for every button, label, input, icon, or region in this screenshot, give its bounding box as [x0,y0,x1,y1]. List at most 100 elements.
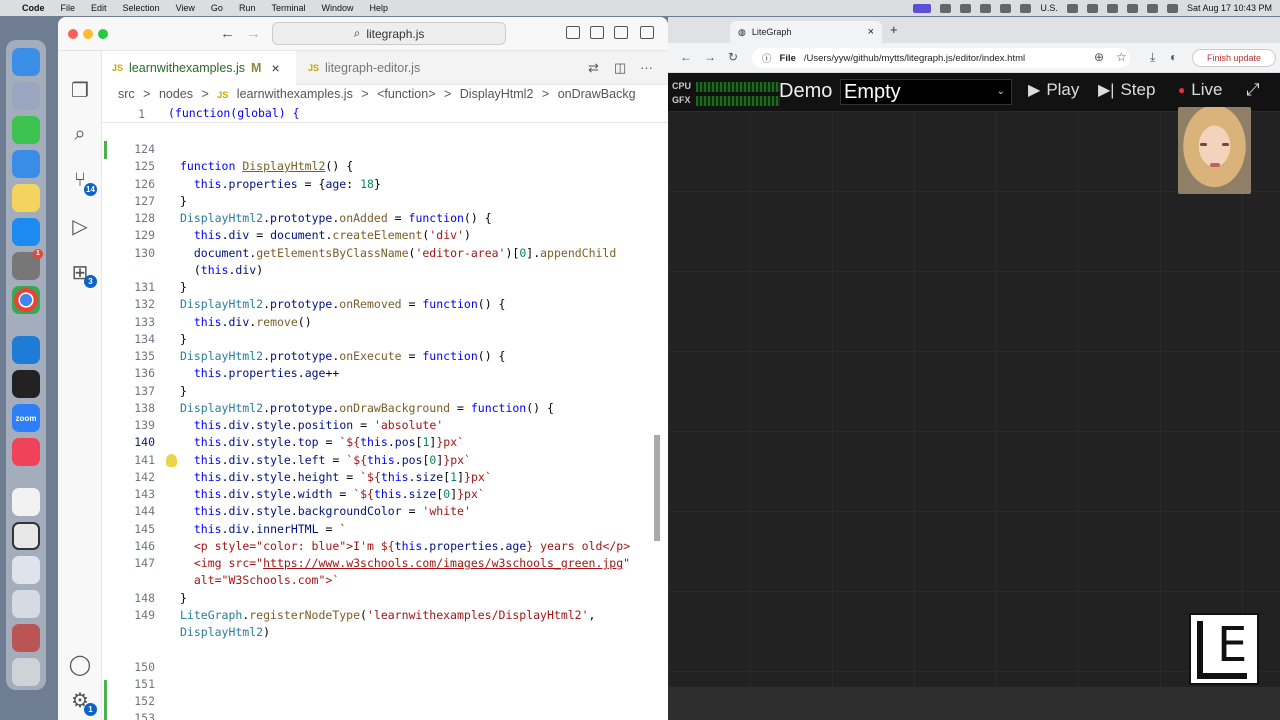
bluetooth-icon[interactable] [1000,3,1012,13]
code-line[interactable]: } [180,590,187,607]
terminal-icon[interactable] [12,370,40,398]
menu-edit[interactable]: Edit [91,3,107,13]
code-editor[interactable]: 124 125 function DisplayHtml2() {126 this.… [102,141,668,720]
command-center-search[interactable]: ⌕ litegraph.js [272,22,506,45]
address-bar[interactable]: ⓘ File /Users/yyw/github/mytts/litegraph… [752,48,1130,68]
breadcrumb-method[interactable]: onDrawBackg [558,87,636,101]
code-line[interactable]: this.properties = {age: 18} [180,176,381,193]
sticky-scroll-line[interactable]: 1 (function(global) { [102,105,668,123]
menu-clock[interactable]: Sat Aug 17 10:43 PM [1187,3,1272,13]
photo-icon[interactable] [12,624,40,652]
close-tab-icon[interactable]: × [271,60,279,76]
fullscreen-icon[interactable]: ⤢ [1246,80,1260,100]
search-icon[interactable] [1126,3,1138,13]
finder-icon[interactable] [12,48,40,76]
menu-help[interactable]: Help [369,3,388,13]
search-view-icon[interactable]: ⌕ [67,121,93,147]
wifi-icon[interactable] [1106,3,1118,13]
zoom-window-button[interactable] [98,29,108,39]
breadcrumb-function[interactable]: <function> [377,87,435,101]
back-arrow-icon[interactable]: ← [220,25,235,42]
reload-icon[interactable]: ↻ [728,50,738,64]
code-line[interactable]: (this.div) [180,262,263,279]
play-circle-icon[interactable] [980,3,992,13]
mail-icon[interactable] [12,150,40,178]
zoom-icon[interactable]: ⊕ [1094,50,1104,64]
code-line[interactable]: DisplayHtml2.prototype.onAdded = functio… [180,210,492,227]
vscode-icon[interactable] [12,336,40,364]
code-line[interactable]: LiteGraph.registerNodeType('learnwithexa… [180,607,595,624]
code-line[interactable]: function DisplayHtml2() { [180,158,353,175]
breadcrumb-src[interactable]: src [118,87,135,101]
code-line[interactable]: this.div.style.width = `${this.size[0]}p… [180,486,485,503]
manage-gear-icon[interactable]: ⚙ 1 [67,687,97,716]
music-icon[interactable] [12,438,40,466]
code-line[interactable]: DisplayHtml2.prototype.onRemoved = funct… [180,296,505,313]
menu-terminal[interactable]: Terminal [271,3,305,13]
split-editor-icon[interactable]: ◫ [614,60,626,76]
code-line[interactable]: DisplayHtml2) [180,624,270,641]
source-control-icon[interactable]: ⑂ 14 [67,167,97,196]
menu-file[interactable]: File [61,3,76,13]
input-source-label[interactable]: U.S. [1040,3,1058,13]
live-button[interactable]: ● Live [1178,80,1222,100]
close-tab-icon[interactable]: × [868,26,874,38]
chrome-icon[interactable] [12,286,40,314]
litegraph-canvas[interactable] [668,111,1280,687]
close-window-button[interactable] [68,29,78,39]
code-line[interactable]: DisplayHtml2.prototype.onExecute = funct… [180,348,505,365]
finish-update-button[interactable]: Finish update [1192,49,1276,67]
code-line[interactable]: this.div.innerHTML = ` [180,521,346,538]
code-line[interactable]: this.div = document.createElement('div') [180,227,471,244]
new-tab-icon[interactable]: + [890,22,898,37]
control-center-icon[interactable] [1146,3,1158,13]
code-line[interactable]: document.getElementsByClassName('editor-… [180,245,616,262]
system-settings-icon[interactable]: 1 [12,249,43,280]
code-line[interactable]: alt="W3Schools.com">` [180,572,339,589]
code-line[interactable]: this.div.style.position = 'absolute' [180,417,443,434]
explorer-icon[interactable]: ❐ [67,77,93,103]
lightbulb-icon[interactable] [166,454,177,467]
screenshot-icon[interactable] [12,556,40,584]
toggle-secondary-sidebar-icon[interactable] [614,26,628,39]
tab-litegraph-editor[interactable]: JS litegraph-editor.js [298,51,448,85]
battery-icon[interactable] [1086,3,1098,13]
run-debug-icon[interactable]: ▷ [67,213,93,239]
code-line[interactable]: this.div.style.top = `${this.pos[1]}px` [180,434,464,451]
preview-icon[interactable] [12,590,40,618]
menu-go[interactable]: Go [211,3,223,13]
code-line[interactable]: this.div.style.height = `${this.size[1]}… [180,469,492,486]
code-line[interactable]: DisplayHtml2.prototype.onDrawBackground … [180,400,554,417]
code-line[interactable]: this.div.style.left = `${this.pos[0]}px` [180,452,471,469]
browser-tab[interactable]: ◍ LiteGraph × [730,21,882,43]
forward-arrow-icon[interactable]: → [704,50,716,64]
code-line[interactable]: } [180,383,187,400]
profile-icon[interactable]: ◐ [1170,50,1177,64]
toggle-panel-icon[interactable] [590,26,604,39]
glasses-icon[interactable] [960,3,972,13]
demo-select[interactable]: Empty ⌄ [840,79,1012,105]
code-line[interactable]: } [180,193,187,210]
play-button[interactable]: ▶ Play [1028,80,1079,100]
screen-mirroring-icon[interactable] [1066,3,1078,13]
code-line[interactable]: } [180,331,187,348]
code-line[interactable]: <p style="color: blue">I'm ${this.proper… [180,538,630,555]
messages-icon[interactable] [12,116,40,144]
tab-learnwithexamples[interactable]: JS learnwithexamples.js M × [102,51,296,85]
extensions-icon[interactable]: ⊞ 3 [67,259,97,288]
code-line[interactable]: <img src="https://www.w3schools.com/imag… [180,555,630,572]
code-line[interactable]: this.div.remove() [180,314,312,331]
app-store-icon[interactable] [12,218,40,246]
cat-icon[interactable] [940,3,952,13]
code-line[interactable]: } [180,279,187,296]
menu-selection[interactable]: Selection [123,3,160,13]
step-button[interactable]: ▶| Step [1098,80,1155,100]
notes-icon[interactable] [12,184,40,212]
zoom-icon[interactable]: zoom [12,404,40,432]
code-line[interactable]: this.properties.age++ [180,365,339,382]
breadcrumb-nodes[interactable]: nodes [159,87,193,101]
code-line[interactable]: this.div.style.backgroundColor = 'white' [180,503,471,520]
menu-app-name[interactable]: Code [22,3,45,13]
open-changes-icon[interactable]: ⇄ [588,60,599,76]
screen-record-icon[interactable] [913,3,932,13]
